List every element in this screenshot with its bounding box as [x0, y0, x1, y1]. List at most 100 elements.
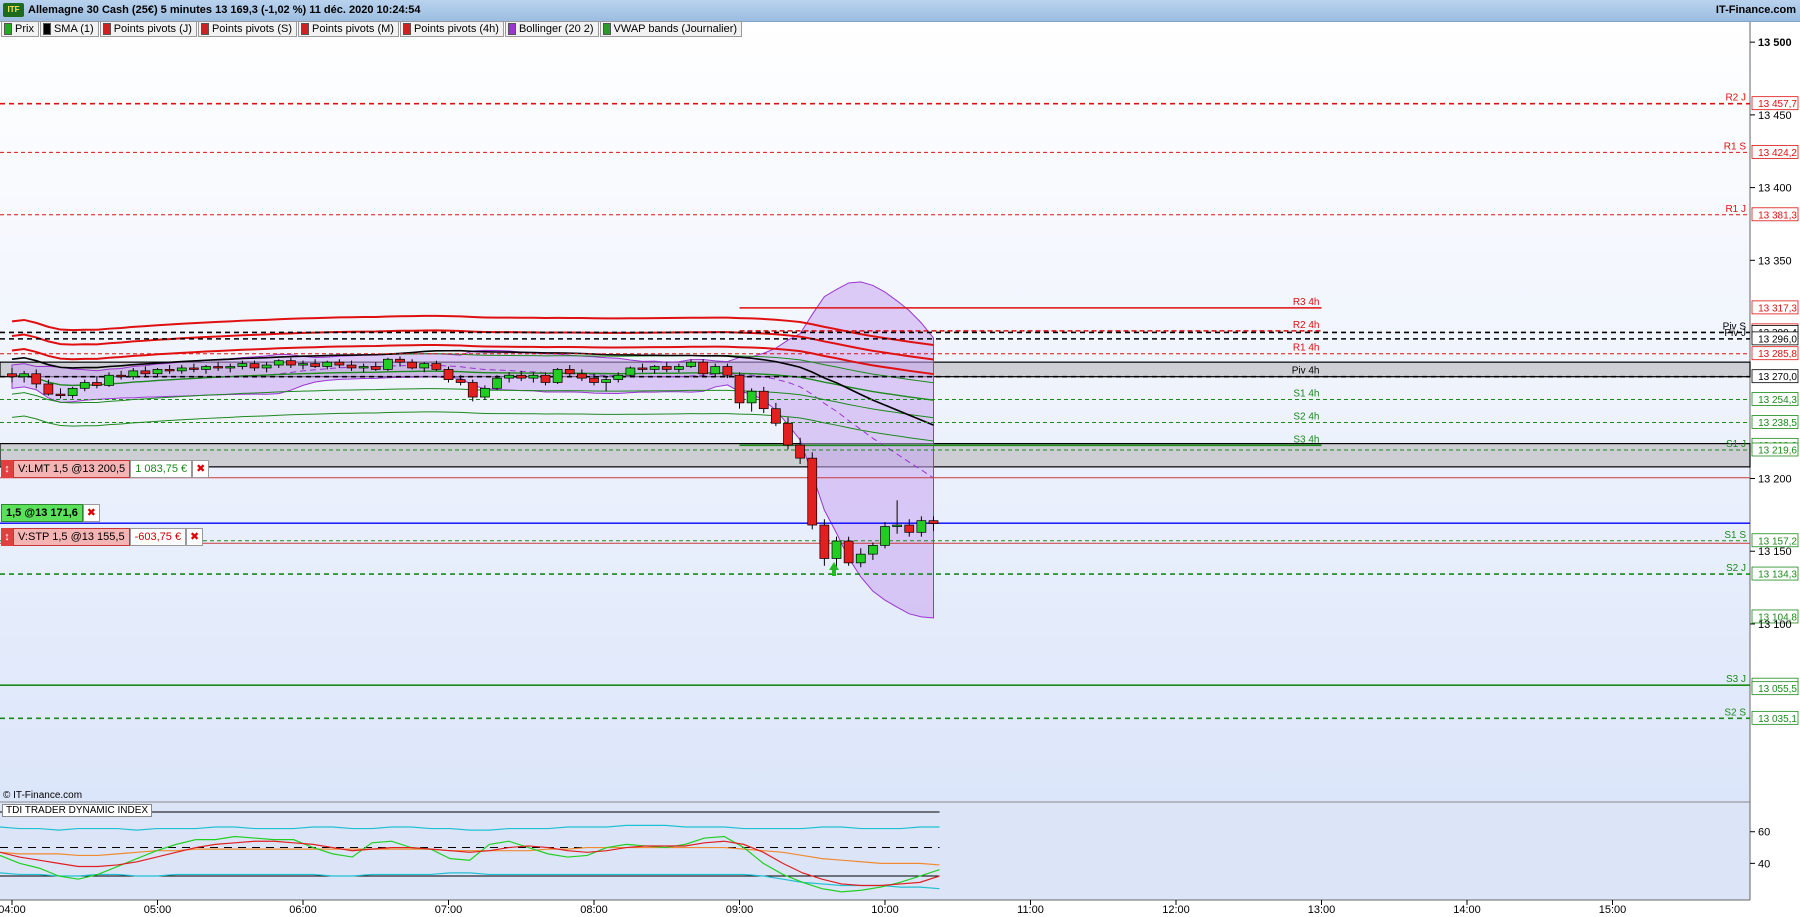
price-tag-value: 13 296,0	[1758, 334, 1797, 345]
candle-body	[710, 366, 721, 375]
time-tick-label: 08:00	[580, 904, 608, 916]
drag-handle-icon[interactable]: ↕	[1, 460, 13, 478]
candle-body	[407, 361, 417, 369]
price-tick-label: 13 500	[1758, 37, 1792, 49]
candle-body	[116, 374, 126, 378]
close-icon[interactable]: ✖	[82, 504, 100, 522]
window-title: Allemagne 30 Cash (25€) 5 minutes 13 169…	[28, 4, 421, 16]
candle-body	[492, 377, 502, 389]
candle-body	[758, 390, 769, 410]
candle-body	[92, 382, 102, 386]
app-logo: ITF	[3, 3, 24, 17]
candle-body	[31, 373, 42, 385]
candle-body	[904, 524, 915, 533]
order-limit-pl: 1 083,75 €	[130, 460, 193, 478]
candle-body	[831, 540, 842, 559]
candle-body	[55, 393, 66, 396]
candle-body	[249, 363, 260, 369]
legend-swatch-icon	[507, 23, 516, 35]
position-label: 1,5 @13 171,6	[1, 504, 83, 522]
position-tag[interactable]: 1,5 @13 171,6 ✖	[1, 504, 100, 522]
level-label: Piv J	[1724, 328, 1746, 339]
price-tag-value: 13 238,5	[1758, 418, 1797, 429]
legend-swatch-icon	[102, 23, 111, 35]
level-label: S2 J	[1726, 563, 1746, 574]
candle-body	[104, 374, 114, 386]
title-bar: ITF Allemagne 30 Cash (25€) 5 minutes 13…	[0, 0, 1800, 22]
candle-body	[540, 374, 551, 383]
legend-item[interactable]: Points pivots (J)	[99, 21, 197, 37]
candle-body	[613, 374, 624, 380]
legend-label: Points pivots (S)	[211, 23, 293, 35]
candle-body	[916, 520, 927, 533]
candle-body	[298, 363, 308, 366]
drag-handle-icon[interactable]: ↕	[1, 528, 13, 546]
candle-body	[686, 361, 696, 367]
candle-body	[880, 526, 890, 546]
level-label: S2 S	[1724, 707, 1746, 718]
order-stop[interactable]: ↕ V:STP 1,5 @13 155,5 -603,75 € ✖	[1, 528, 204, 546]
legend-swatch-icon	[602, 23, 611, 35]
candle-body	[443, 369, 454, 380]
level-label: Piv 4h	[1292, 366, 1320, 377]
candle-body	[674, 366, 684, 370]
legend-item[interactable]: SMA (1)	[39, 21, 99, 37]
tdi-tick-label: 40	[1758, 858, 1770, 870]
order-limit[interactable]: ↕ V:LMT 1,5 @13 200,5 1 083,75 € ✖	[1, 460, 210, 478]
price-tag-value: 13 424,2	[1758, 148, 1797, 159]
candle-body	[79, 382, 90, 389]
tdi-panel-label: TDI TRADER DYNAMIC INDEX	[2, 804, 153, 817]
legend-item[interactable]: VWAP bands (Journalier)	[599, 21, 743, 37]
level-label: R1 S	[1724, 141, 1747, 152]
price-tag-value: 13 254,3	[1758, 395, 1797, 406]
candle-body	[661, 366, 672, 370]
time-tick-label: 10:00	[871, 904, 899, 916]
candle-body	[140, 370, 151, 375]
candle-body	[19, 373, 29, 378]
candle-body	[455, 379, 466, 383]
indicator-legend: Prix SMA (1) Points pivots (J) Points pivot…	[1, 21, 743, 37]
price-chart[interactable]: R2 J 13 457,7 R1 S 13 424,2 R1 J 13 381,3 R3 4…	[0, 0, 1800, 917]
legend-swatch-icon	[301, 23, 310, 35]
candle-body	[176, 367, 187, 372]
price-tag-value: 13 035,1	[1758, 714, 1797, 725]
level-label: R1 J	[1725, 204, 1746, 215]
legend-item[interactable]: Points pivots (M)	[298, 21, 399, 37]
candle-body	[855, 553, 866, 564]
close-icon[interactable]: ✖	[186, 528, 204, 546]
candle-body	[467, 382, 478, 398]
price-tag-value: 13 055,5	[1758, 684, 1797, 695]
candle-body	[564, 369, 575, 375]
candle-body	[795, 444, 805, 459]
candle-body	[67, 387, 78, 396]
price-tick-label: 13 450	[1758, 110, 1792, 122]
legend-item[interactable]: Bollinger (20 2)	[504, 21, 599, 37]
candle-body	[601, 379, 611, 383]
level-label: R1 4h	[1293, 343, 1320, 354]
legend-item[interactable]: Prix	[1, 21, 39, 37]
close-icon[interactable]: ✖	[192, 460, 210, 478]
price-tick-label: 13 200	[1758, 474, 1792, 486]
candle-body	[189, 367, 199, 370]
candle-body	[370, 366, 381, 370]
legend-swatch-icon	[402, 23, 411, 35]
level-label: R2 4h	[1293, 320, 1320, 331]
legend-label: Points pivots (4h)	[413, 23, 499, 35]
price-tick-label: 13 400	[1758, 183, 1792, 195]
legend-label: Points pivots (M)	[312, 23, 394, 35]
legend-item[interactable]: Points pivots (4h)	[399, 21, 504, 37]
level-label: S3 J	[1726, 674, 1746, 685]
price-tag-value: 13 317,3	[1758, 303, 1797, 314]
time-tick-label: 04:00	[0, 904, 26, 916]
candle-body	[310, 363, 320, 367]
price-tick-label: 13 350	[1758, 255, 1792, 267]
candle-body	[868, 545, 878, 555]
legend-item[interactable]: Points pivots (S)	[197, 21, 298, 37]
candle-body	[722, 366, 733, 376]
candle-body	[843, 540, 854, 564]
price-tag-value: 13 270,0	[1758, 372, 1797, 383]
candle-body	[771, 408, 781, 424]
price-tag-value: 13 219,6	[1758, 445, 1797, 456]
legend-label: Prix	[15, 23, 34, 35]
candle-body	[164, 369, 175, 372]
